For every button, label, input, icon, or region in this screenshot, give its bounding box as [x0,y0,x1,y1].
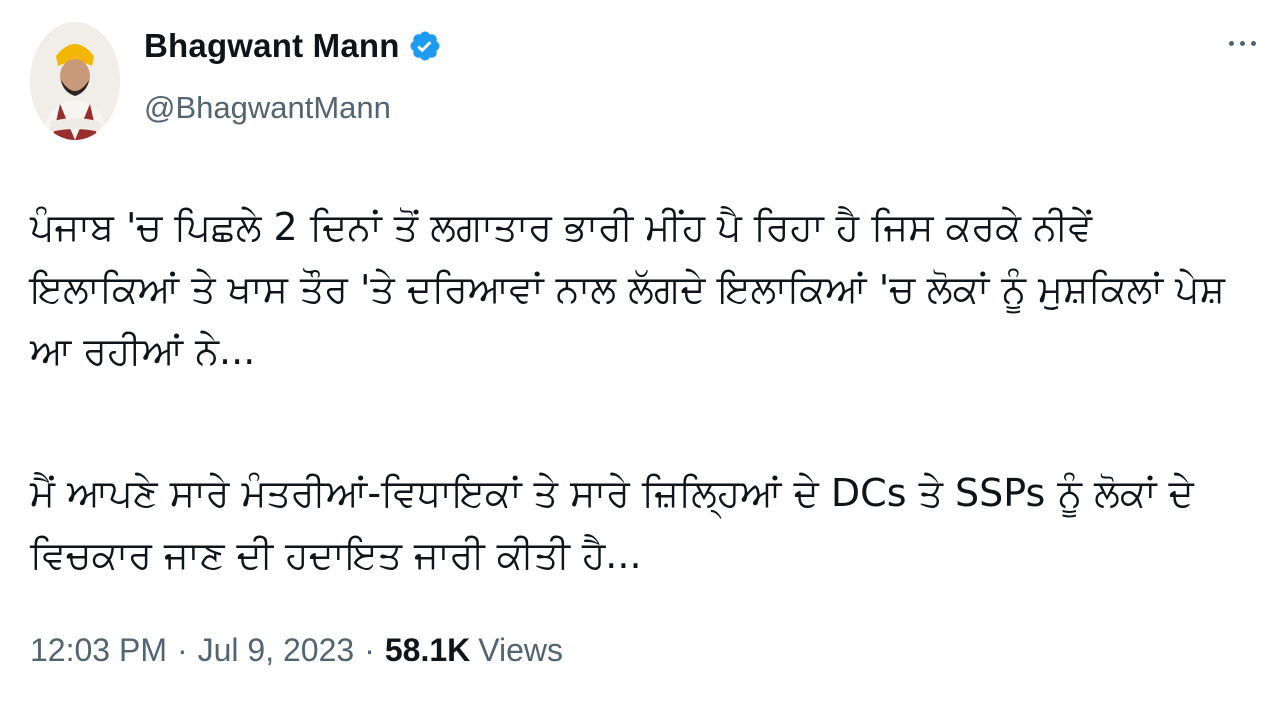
author-info: Bhagwant Mann @BhagwantMann [144,24,442,126]
author-handle[interactable]: @BhagwantMann [144,90,442,126]
tweet-paragraph-1: ਪੰਜਾਬ 'ਚ ਪਿਛਲੇ 2 ਦਿਨਾਂ ਤੋਂ ਲਗਾਤਾਰ ਭਾਰੀ ਮ… [30,205,1225,373]
tweet-date[interactable]: Jul 9, 2023 [198,632,355,669]
tweet-time[interactable]: 12:03 PM [30,632,167,669]
tweet-meta: 12:03 PM · Jul 9, 2023 · 58.1K Views [30,632,563,669]
meta-separator: · [364,632,375,668]
avatar-image [30,22,120,140]
views-label: Views [478,632,564,668]
tweet-card: Bhagwant Mann @BhagwantMann ਪੰਜਾਬ 'ਚ ਪਿਛ… [0,0,1280,720]
meta-separator: · [176,632,188,668]
author-name-row: Bhagwant Mann [144,24,442,68]
tweet-text: ਪੰਜਾਬ 'ਚ ਪਿਛਲੇ 2 ਦਿਨਾਂ ਤੋਂ ਲਗਾਤਾਰ ਭਾਰੀ ਮ… [30,196,1240,666]
verified-badge-icon[interactable] [408,29,442,63]
more-options-icon[interactable] [1220,28,1264,58]
tweet-paragraph-2: ਮੈਂ ਆਪਣੇ ਸਾਰੇ ਮੰਤਰੀਆਂ-ਵਿਧਾਇਕਾਂ ਤੇ ਸਾਰੇ ਜ… [30,471,1194,577]
avatar[interactable] [30,22,120,140]
author-name[interactable]: Bhagwant Mann [144,27,400,65]
views-count: 58.1K [384,632,471,668]
